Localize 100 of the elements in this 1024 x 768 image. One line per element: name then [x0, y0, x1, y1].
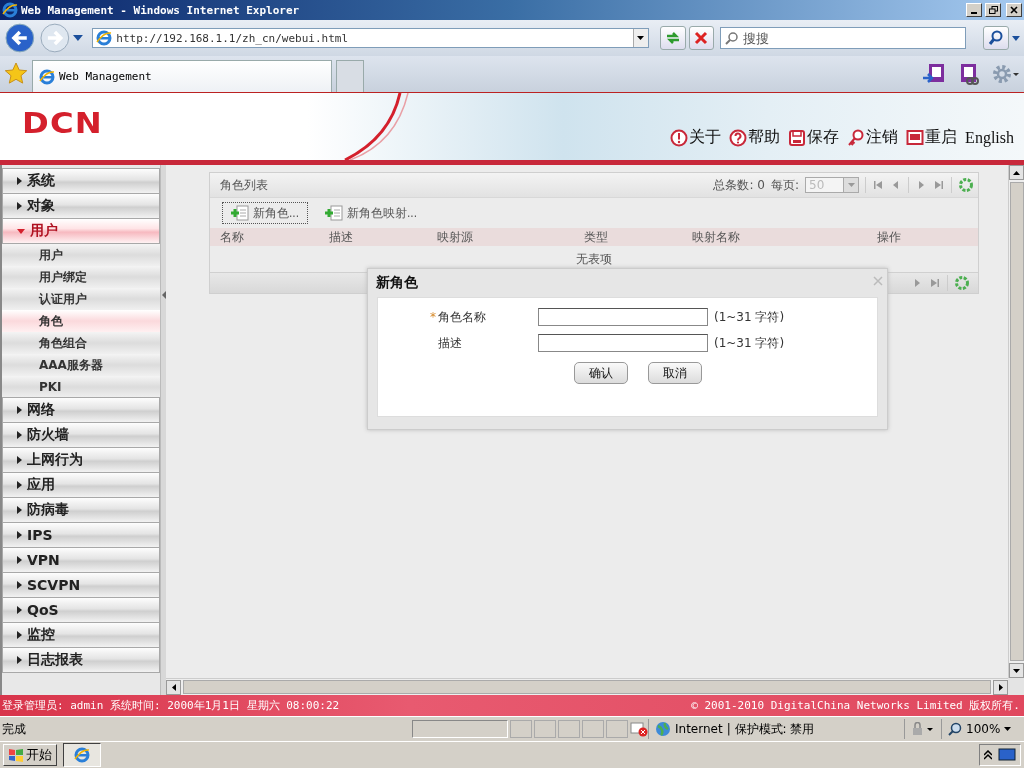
last-page-icon[interactable] [929, 277, 941, 289]
nav-menu-item[interactable]: 防病毒 [2, 497, 160, 523]
reload-icon[interactable] [954, 275, 970, 291]
session-info: 登录管理员: admin 系统时间: 2000年1月1日 星期六 08:00:22 [2, 698, 340, 713]
vertical-scrollbar[interactable] [1008, 165, 1024, 678]
collapse-arrow-icon [161, 291, 166, 299]
stop-button[interactable] [688, 26, 715, 50]
status-pane [510, 720, 532, 738]
header-link[interactable]: 保存 [788, 127, 840, 148]
address-dropdown-button[interactable] [632, 29, 648, 47]
taskbar-button[interactable] [63, 743, 101, 767]
caret-right-icon [17, 656, 22, 664]
search-button[interactable] [983, 26, 1010, 50]
last-page-icon[interactable] [933, 179, 945, 191]
header-link[interactable]: 重启 [906, 127, 958, 148]
first-page-icon[interactable] [872, 179, 884, 191]
restore-icon [988, 6, 998, 14]
nav-submenu-item[interactable]: 认证用户 [2, 288, 160, 310]
nav-submenu-item[interactable]: 角色 [2, 310, 160, 332]
swoosh-drawing [344, 93, 410, 160]
status-pane [534, 720, 556, 738]
field-label: 角色名称 [438, 308, 486, 326]
key-icon [847, 128, 866, 147]
header-link[interactable]: 注销 [847, 127, 899, 148]
header-link[interactable]: 帮助 [729, 127, 781, 148]
caret-right-icon [17, 431, 22, 439]
nav-menu-item[interactable]: QoS [2, 597, 160, 623]
start-button[interactable]: 开始 [3, 744, 57, 766]
caret-right-icon [17, 506, 22, 514]
search-field[interactable]: 搜搜 [720, 27, 967, 49]
status-pane [606, 720, 628, 738]
nav-submenu-item[interactable]: 用户绑定 [2, 266, 160, 288]
monitor-icon [906, 128, 925, 147]
refresh-icon [664, 30, 681, 46]
search-icon [988, 30, 1005, 46]
page-icon [96, 30, 113, 46]
nav-menu-item[interactable]: 上网行为 [2, 447, 160, 473]
dialog-button[interactable]: 确认 [573, 362, 628, 384]
toolbar-button[interactable]: 新角色... [222, 202, 308, 224]
dialog-button[interactable]: 取消 [647, 362, 702, 384]
nav-submenu-item[interactable]: 角色组合 [2, 332, 160, 354]
nav-menu-item[interactable]: SCVPN [2, 572, 160, 598]
nav-menu-item[interactable]: 系统 [2, 168, 160, 194]
nav-menu-item[interactable]: 用户 [2, 218, 160, 244]
back-button[interactable] [4, 22, 36, 54]
dropdown-arrow-icon [637, 36, 645, 40]
ie-icon [74, 747, 90, 763]
nav-submenu-item[interactable]: 用户 [2, 244, 160, 266]
nav-submenu-item[interactable]: PKI [2, 376, 160, 398]
nav-submenu-item[interactable]: AAA服务器 [2, 354, 160, 376]
status-text: 完成 [1, 720, 27, 738]
column-header: 映射源 [437, 228, 474, 246]
nav-menu-item[interactable]: 应用 [2, 472, 160, 498]
help-icon [729, 128, 748, 147]
restore-button[interactable] [985, 3, 1001, 17]
settings-icon[interactable] [990, 62, 1020, 86]
nav-menu-item[interactable]: 监控 [2, 622, 160, 648]
expand-tray-icon[interactable] [984, 750, 992, 760]
zoom-button[interactable]: 100% [941, 719, 1024, 739]
close-button[interactable] [1006, 3, 1022, 17]
dropdown-arrow-icon [1004, 727, 1012, 731]
url-text: http://192.168.1.1/zh_cn/webui.html [116, 31, 350, 45]
nav-menu-item[interactable]: IPS [2, 522, 160, 548]
input-field[interactable] [538, 308, 708, 326]
nav-menu-item[interactable]: VPN [2, 547, 160, 573]
language-link[interactable]: English [965, 128, 1014, 147]
stop-icon [694, 31, 709, 45]
protected-mode-text: | 保护模式: 禁用 [726, 720, 815, 738]
address-field[interactable]: http://192.168.1.1/zh_cn/webui.html [92, 28, 649, 48]
caret-right-icon [17, 177, 22, 185]
nav-menu-item[interactable]: 网络 [2, 397, 160, 423]
input-field[interactable] [538, 334, 708, 352]
nav-menu-item[interactable]: 防火墙 [2, 422, 160, 448]
dcn-logo: DCN [22, 107, 103, 140]
refresh-button[interactable] [659, 26, 686, 50]
windows-logo-icon [8, 747, 24, 763]
browser-tab[interactable]: Web Management [32, 60, 332, 92]
globe-icon [655, 721, 671, 737]
horizontal-scrollbar[interactable] [166, 678, 1008, 695]
zone-text: Internet [675, 722, 723, 736]
desktop-icon[interactable] [998, 748, 1016, 762]
status-pane [558, 720, 580, 738]
scrollbar-corner [1008, 678, 1024, 695]
caret-right-icon [17, 606, 22, 614]
caret-down-icon [17, 228, 25, 234]
dropdown-arrow-icon [847, 183, 855, 187]
toolbar-button[interactable]: 新角色映射... [316, 202, 427, 224]
history-dropdown-icon[interactable] [73, 35, 84, 41]
scroll-left-icon [171, 683, 176, 691]
caret-right-icon [17, 581, 22, 589]
favorites-star-icon[interactable] [4, 62, 28, 86]
magnifier-icon [948, 722, 962, 736]
nav-menu-item[interactable]: 日志报表 [2, 647, 160, 673]
header-link[interactable]: 关于 [670, 127, 722, 148]
blocked-icon [630, 721, 648, 737]
minimize-button[interactable] [966, 3, 982, 17]
nav-menu-item[interactable]: 对象 [2, 193, 160, 219]
caret-right-icon [17, 631, 22, 639]
reload-icon[interactable] [958, 177, 974, 193]
search-options-icon[interactable] [1012, 35, 1020, 41]
